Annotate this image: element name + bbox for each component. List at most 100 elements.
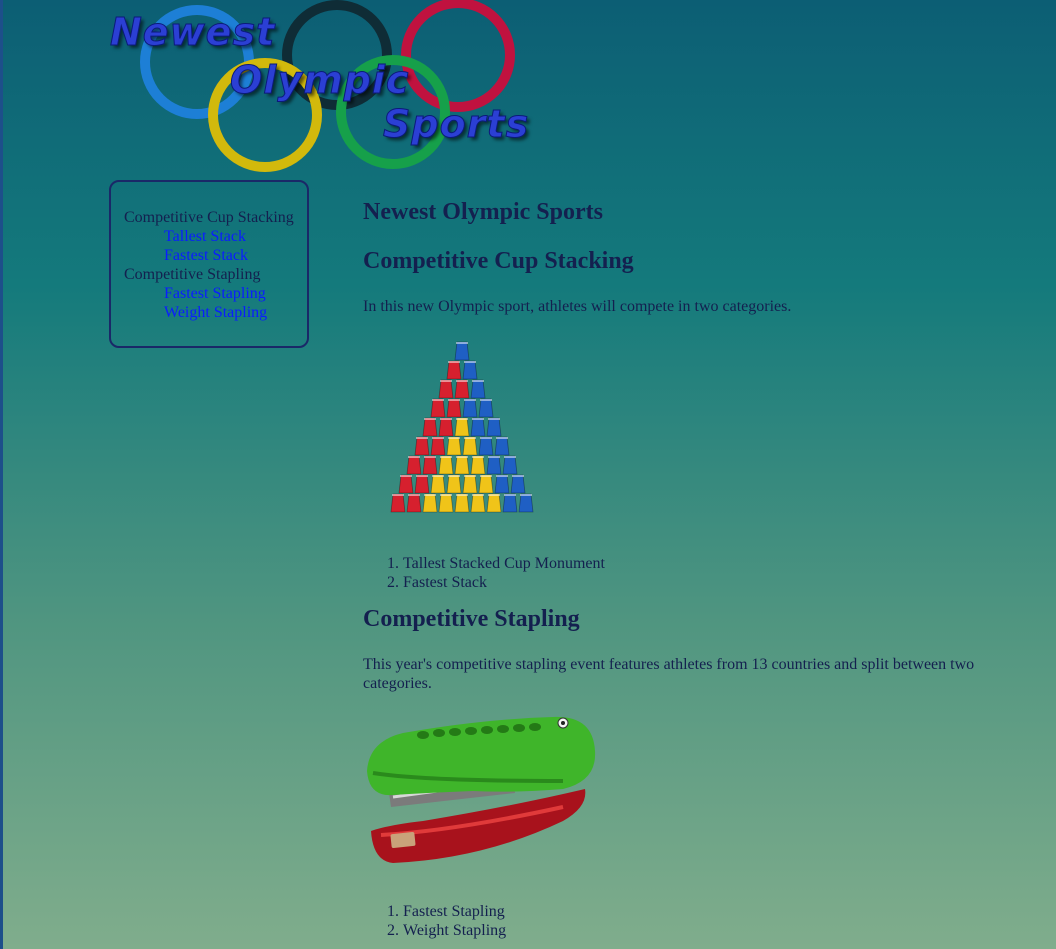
cup-rim [480,437,492,439]
window-edge [0,0,3,949]
cup [470,417,486,437]
cup [406,493,422,513]
section-intro: This year's competitive stapling event f… [363,656,975,692]
cup-rim [488,456,500,458]
sidebar-link-tallest-stack[interactable]: Tallest Stack [124,227,307,246]
cup-rim [432,399,444,401]
cup-rim [456,456,468,458]
cup [438,493,454,513]
cup-rim [416,475,428,477]
cup-rim [480,399,492,401]
cup [462,474,478,494]
cup [398,474,414,494]
cup-rim [480,475,492,477]
section-intro: In this new Olympic sport, athletes will… [363,298,792,315]
cup [510,474,526,494]
list-item: Weight Stapling [403,921,983,940]
cup [486,493,502,513]
cup [438,379,454,399]
cup-rim [504,494,516,496]
cup [486,417,502,437]
cup-rim [472,418,484,420]
cup [502,455,518,475]
cup [462,360,478,380]
cup [518,493,534,513]
cup-rim [464,399,476,401]
cup [478,436,494,456]
event-list: Fastest Stapling Weight Stapling [363,902,983,940]
cup [470,455,486,475]
red-ring [401,0,515,112]
sidebar-link-fastest-stapling[interactable]: Fastest Stapling [124,284,307,303]
cup-rim [440,494,452,496]
cup-pyramid-image [386,338,538,522]
cup [430,436,446,456]
cup-rim [408,494,420,496]
cup-rim [488,418,500,420]
cup [446,360,462,380]
cup [470,379,486,399]
cup-rim [448,475,460,477]
sidebar-link-weight-stapling[interactable]: Weight Stapling [124,303,307,322]
cup-rim [440,418,452,420]
cup-rim [416,437,428,439]
logo-word: Sports [382,102,530,147]
cup [422,493,438,513]
sidebar-link-fastest-stack[interactable]: Fastest Stack [124,246,307,265]
cup-rim [392,494,404,496]
cup [422,455,438,475]
event-list: Tallest Stacked Cup Monument Fastest Sta… [363,554,983,592]
cup-rim [440,380,452,382]
cup-rim [448,361,460,363]
cup-rim [424,494,436,496]
cup-rim [432,437,444,439]
cup [470,493,486,513]
cup [414,474,430,494]
section-title: Competitive Cup Stacking [363,248,634,274]
stapler-image [363,711,598,869]
cup-rim [520,494,532,496]
cup-rim [464,437,476,439]
cup [454,379,470,399]
logo-word: Newest [109,10,276,55]
list-item: Tallest Stacked Cup Monument [403,554,983,573]
cup-rim [464,475,476,477]
cup-rim [424,418,436,420]
cup [462,436,478,456]
cup-rim [496,475,508,477]
cup [446,398,462,418]
cup-rim [408,456,420,458]
cup [430,474,446,494]
cup-rim [464,361,476,363]
cup [430,398,446,418]
site-logo: Newest Olympic Sports [100,0,560,175]
cup-rim [488,494,500,496]
cup [454,341,470,361]
stapler-head [367,716,596,796]
crocodile-stapler-icon [367,716,596,863]
main-content: Newest Olympic Sports Competitive Cup St… [363,196,983,940]
cup [494,436,510,456]
cup-rim [504,456,516,458]
cup [446,474,462,494]
cup-rim [512,475,524,477]
cup [462,398,478,418]
cup [454,417,470,437]
cup [406,455,422,475]
cup-rim [456,380,468,382]
section-title: Competitive Stapling [363,606,580,632]
cup-rim [472,494,484,496]
page-title: Newest Olympic Sports [363,199,603,225]
cup-rim [472,456,484,458]
cup-rim [456,494,468,496]
cup [478,474,494,494]
cup [486,455,502,475]
cup [438,417,454,437]
cup-rim [472,380,484,382]
cup-pyramid-icon [390,341,534,513]
cup [422,417,438,437]
cup [454,493,470,513]
logo-word: Olympic [229,58,410,103]
cup-rim [456,342,468,344]
cup-rim [440,456,452,458]
